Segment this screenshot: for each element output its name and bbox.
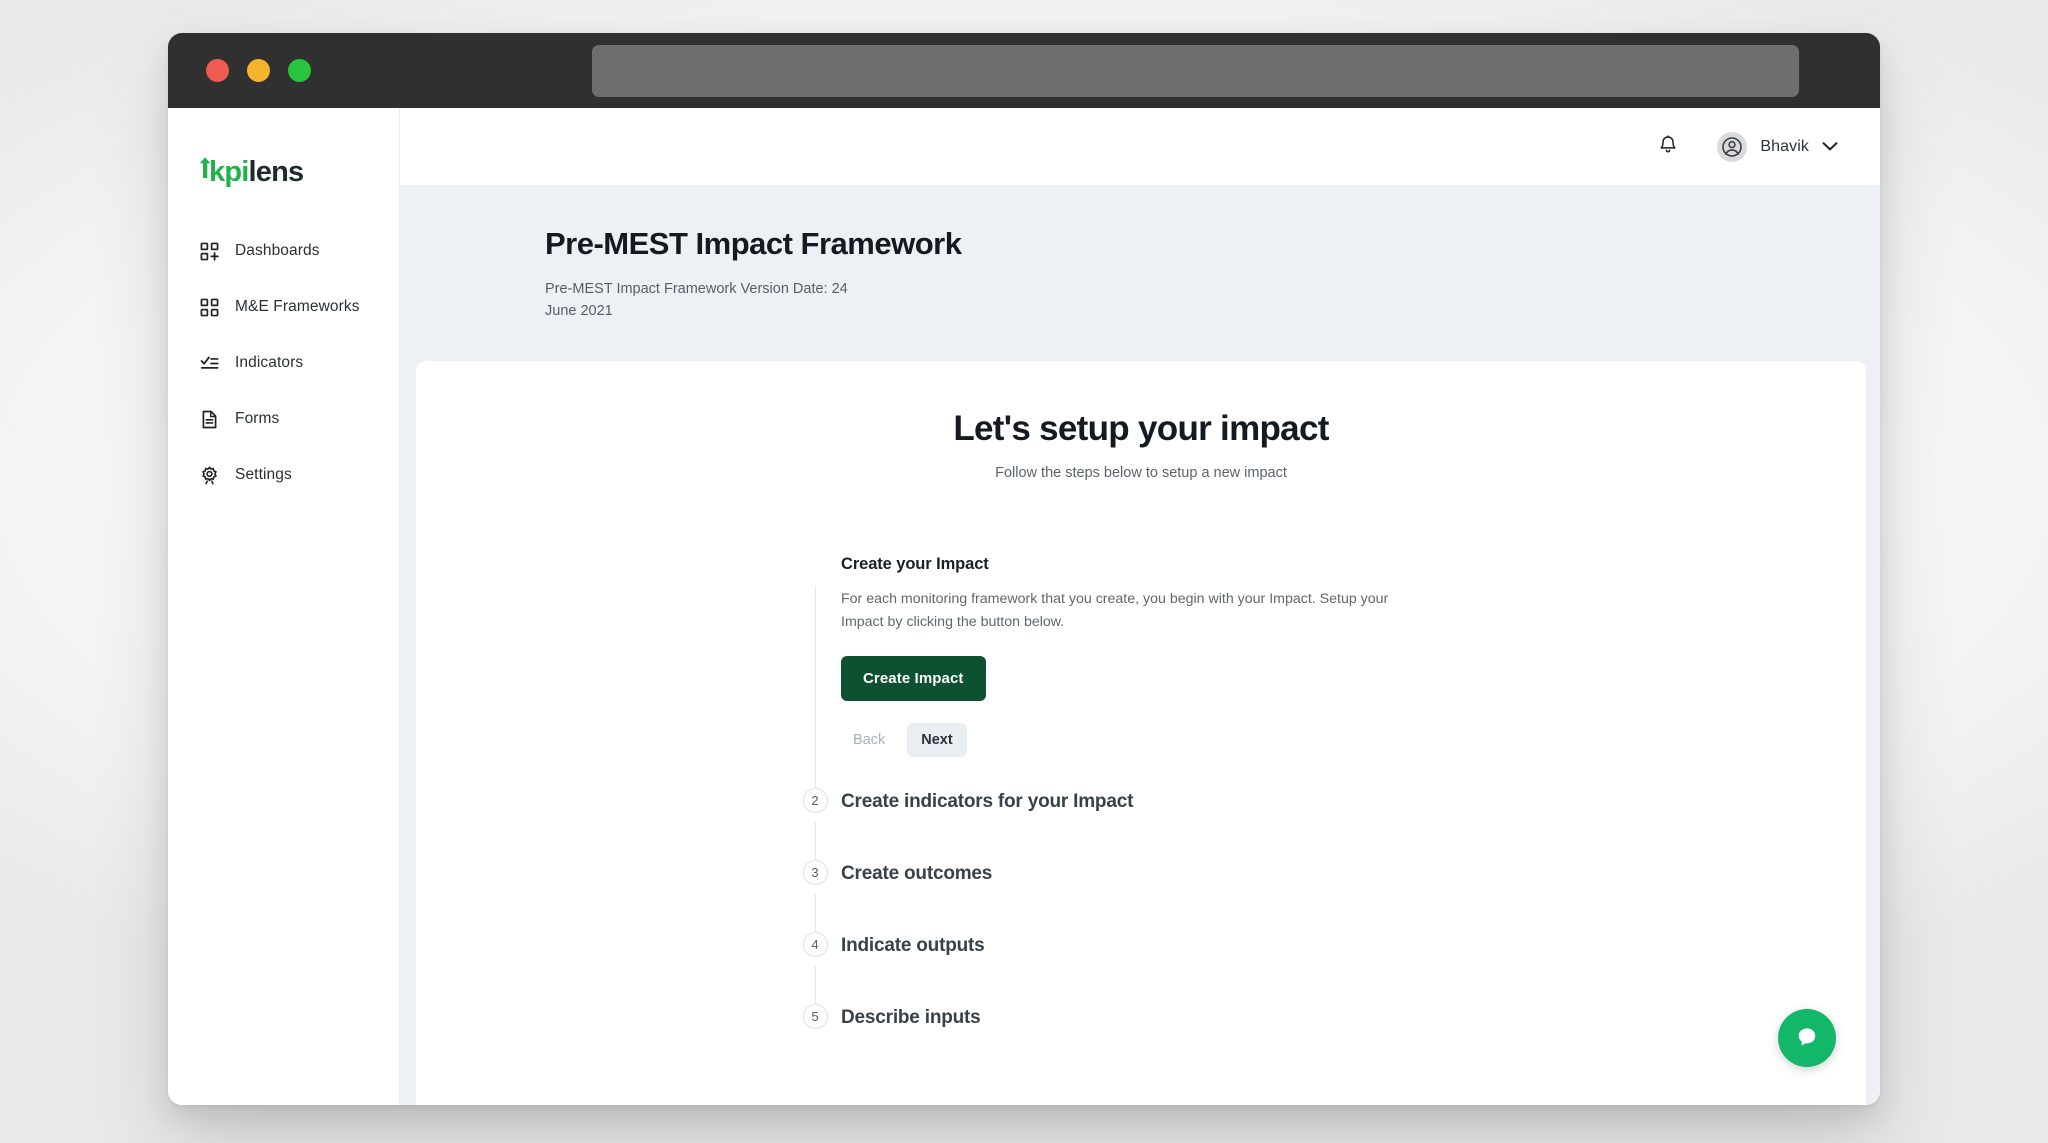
step-connector-line	[814, 893, 816, 935]
step-number: 2	[802, 787, 828, 813]
step-connector-line	[814, 585, 816, 791]
step-body: Describe inputs	[839, 1007, 1491, 1079]
chat-widget-button[interactable]	[1778, 1009, 1836, 1067]
avatar	[1717, 131, 1748, 162]
sidebar-item-indicators[interactable]: Indicators	[168, 346, 399, 380]
next-button[interactable]: Next	[907, 722, 967, 757]
sidebar: kpi lens Dashboards M&E Frameworks Indic…	[168, 108, 400, 1105]
main-region: Bhavik Pre-MEST Impact Framework Pre-MES…	[400, 108, 1880, 1105]
sidebar-nav: Dashboards M&E Frameworks Indicators For…	[168, 234, 399, 492]
app-shell: kpi lens Dashboards M&E Frameworks Indic…	[168, 108, 1880, 1105]
sidebar-item-label: Settings	[235, 466, 292, 483]
step-number: 5	[802, 1003, 828, 1029]
browser-window: kpi lens Dashboards M&E Frameworks Indic…	[168, 33, 1880, 1105]
user-menu[interactable]: Bhavik	[1717, 131, 1838, 162]
logo-arrow-icon	[198, 154, 213, 188]
step-body: Create outcomes	[839, 863, 1491, 935]
step-heading: Indicate outputs	[841, 934, 985, 956]
sidebar-item-label: Forms	[235, 410, 280, 427]
stepper-step-3[interactable]: 3 Create outcomes	[791, 859, 1491, 935]
step-body: Indicate outputs	[839, 935, 1491, 1007]
bell-icon	[1658, 134, 1678, 159]
sidebar-item-label: M&E Frameworks	[235, 298, 360, 315]
grid-plus-icon	[199, 241, 219, 261]
sidebar-item-label: Dashboards	[235, 242, 320, 259]
logo-text-rest: lens	[248, 155, 305, 188]
content-card-wrap: Let's setup your impact Follow the steps…	[400, 360, 1880, 1105]
step-heading: Create your Impact	[841, 554, 989, 573]
stepper-step-2[interactable]: 2 Create indicators for your Impact	[791, 787, 1491, 863]
back-button[interactable]: Back	[841, 723, 897, 757]
sidebar-item-me-frameworks[interactable]: M&E Frameworks	[168, 290, 399, 324]
card-title: Let's setup your impact	[953, 408, 1329, 448]
step-rail: 3	[791, 859, 839, 935]
chat-bubble-icon	[1793, 1023, 1821, 1054]
sidebar-item-label: Indicators	[235, 354, 304, 371]
step-body: Create your Impact For each monitoring f…	[839, 555, 1491, 791]
logo-text-accent: kpi	[209, 155, 249, 188]
step-body: Create indicators for your Impact	[839, 791, 1491, 863]
checklist-icon	[199, 353, 219, 373]
step-description: For each monitoring framework that you c…	[841, 590, 1389, 630]
step-heading: Create indicators for your Impact	[841, 790, 1134, 812]
stepper-step-1[interactable]: 1 Create your Impact For each monitoring…	[791, 555, 1491, 791]
step-heading: Create outcomes	[841, 862, 993, 884]
url-bar[interactable]	[592, 44, 1799, 97]
step-connector-line	[814, 965, 816, 1007]
page-header: Pre-MEST Impact Framework Pre-MEST Impac…	[400, 186, 1880, 361]
step-rail: 2	[791, 787, 839, 863]
user-name: Bhavik	[1760, 137, 1809, 155]
sidebar-item-settings[interactable]: Settings	[168, 458, 399, 492]
step-number: 3	[802, 859, 828, 885]
brand-logo[interactable]: kpi lens	[168, 128, 399, 198]
grid-icon	[199, 297, 219, 317]
stepper-step-4[interactable]: 4 Indicate outputs	[791, 931, 1491, 1007]
step-nav-buttons: Back Next	[841, 722, 1491, 757]
traffic-lights	[206, 59, 311, 82]
topbar: Bhavik	[400, 108, 1880, 186]
sidebar-item-dashboards[interactable]: Dashboards	[168, 234, 399, 268]
document-icon	[199, 409, 219, 429]
window-close-button[interactable]	[206, 59, 229, 82]
stepper-step-5[interactable]: 5 Describe inputs	[791, 1003, 1491, 1079]
card-subtitle: Follow the steps below to setup a new im…	[995, 464, 1287, 481]
window-minimize-button[interactable]	[247, 59, 270, 82]
chevron-down-icon[interactable]	[1822, 141, 1838, 152]
setup-stepper: 1 Create your Impact For each monitoring…	[791, 555, 1491, 1079]
step-rail: 4	[791, 931, 839, 1007]
step-heading: Describe inputs	[841, 1006, 981, 1028]
create-impact-button[interactable]: Create Impact	[841, 655, 986, 701]
page-subtitle: Pre-MEST Impact Framework Version Date: …	[545, 280, 848, 320]
step-rail: 1	[791, 555, 839, 791]
sidebar-item-forms[interactable]: Forms	[168, 402, 399, 436]
page-title: Pre-MEST Impact Framework	[545, 226, 962, 261]
notifications-button[interactable]	[1653, 132, 1683, 162]
desktop-backdrop: kpi lens Dashboards M&E Frameworks Indic…	[0, 0, 2048, 1143]
step-number: 4	[802, 931, 828, 957]
gear-icon	[199, 465, 219, 485]
step-connector-line	[814, 821, 816, 863]
browser-titlebar	[168, 33, 1880, 108]
content-card: Let's setup your impact Follow the steps…	[416, 360, 1866, 1105]
step-rail: 5	[791, 1003, 839, 1079]
window-maximize-button[interactable]	[288, 59, 311, 82]
